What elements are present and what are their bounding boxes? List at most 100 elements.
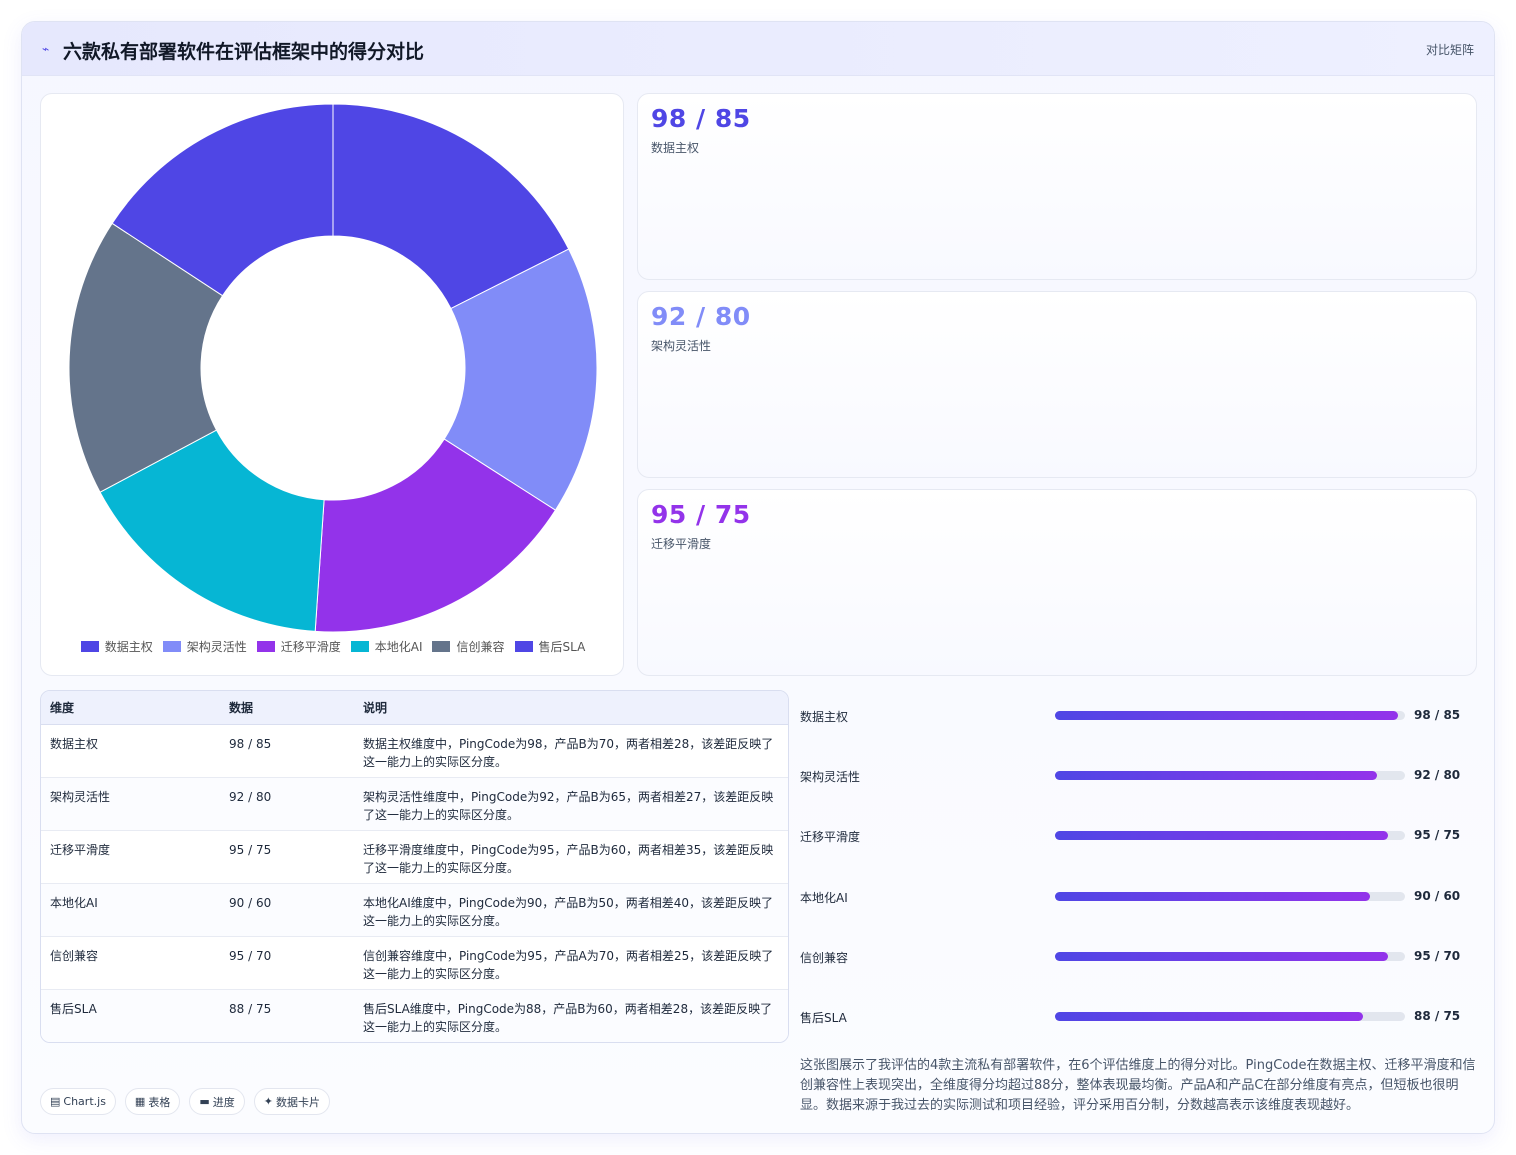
pill-table[interactable]: ▦ 表格 [124,1088,181,1115]
progress-value: 95 / 75 [1414,828,1461,843]
data-table: 维度 数据 说明 数据主权 98 / 85 数据主权维度中，PingCode为98，… [40,690,789,1043]
legend-label: 信创兼容 [456,640,505,654]
doughnut-chart-panel: 数据主权 架构灵活性 迁移平滑度 本地化AI 信创兼容 售后SLA [40,93,624,676]
progress-row: 架构灵活性 92 / 80 [800,767,1480,787]
progress-icon: ▬ [199,1095,210,1108]
table-cell-note: 本地化AI维度中，PingCode为90，产品B为50，两者相差40，该差距反映… [354,883,788,937]
progress-track [1055,891,1405,901]
pill-label: 进度 [212,1095,235,1109]
table-row: 本地化AI 90 / 60 本地化AI维度中，PingCode为90，产品B为50，… [41,883,788,937]
table-cell-note: 信创兼容维度中，PingCode为95，产品A为70，两者相差25，该差距反映了… [354,936,788,990]
legend-swatch [256,641,275,652]
table-cell-data: 90 / 60 [220,883,354,937]
card-header: ⌁ 六款私有部署软件在评估框架中的得分对比 对比矩阵 [22,22,1494,76]
progress-row: 迁移平滑度 95 / 75 [800,827,1480,847]
stat-value: 98 / 85 [651,104,751,133]
table-cell-note: 迁移平滑度维度中，PingCode为95，产品B为60，两者相差35，该差距反映… [354,830,788,884]
table-cell-dimension: 售后SLA [50,1001,97,1016]
pill-sparkle[interactable]: ✦ 数据卡片 [253,1088,330,1115]
table-cell-data: 92 / 80 [220,777,354,831]
legend-item[interactable]: 信创兼容 [432,638,505,655]
stat-card: 95 / 75 迁移平滑度 [637,489,1477,676]
table-cell-note: 售后SLA维度中，PingCode为88，产品B为60，两者相差28，该差距反映… [363,1001,773,1034]
legend-swatch [350,641,369,652]
progress-value: 90 / 60 [1414,888,1461,903]
legend-swatch [80,641,99,652]
pill-progress[interactable]: ▬ 进度 [189,1088,245,1115]
legend-label: 数据主权 [104,640,153,654]
pill-label: 数据卡片 [275,1095,320,1109]
progress-track [1055,771,1405,781]
table-cell-dimension: 本地化AI [41,883,220,937]
progress-fill [1055,831,1388,841]
legend-label: 本地化AI [374,640,423,654]
progress-track [1055,1012,1405,1021]
legend-label: 售后SLA [538,640,586,654]
tech-pills: ▤ Chart.js ▦ 表格 ▬ 进度 ✦ 数据卡片 [40,1088,330,1115]
legend-swatch [162,641,181,652]
legend-swatch [514,641,533,652]
stat-card: 92 / 80 架构灵活性 [637,291,1477,478]
progress-row: 本地化AI 90 / 60 [800,888,1480,908]
stat-value: 95 / 75 [651,500,751,529]
progress-fill [1055,1012,1363,1021]
table-row: 架构灵活性 92 / 80 架构灵活性维度中，PingCode为92，产品B为65，… [41,777,788,831]
legend-item[interactable]: 售后SLA [514,638,586,655]
progress-fill [1055,771,1377,781]
chart-line-icon: ⌁ [42,42,50,56]
progress-value: 95 / 70 [1414,948,1461,963]
table-row: 售后SLA 88 / 75 售后SLA维度中，PingCode为88，产品B为60，… [41,989,788,1042]
pill-label: Chart.js [63,1095,106,1108]
table-header-dimension: 维度 [41,691,220,725]
progress-label: 架构灵活性 [800,770,861,785]
progress-row: 售后SLA 88 / 75 [800,1008,1480,1028]
progress-row: 信创兼容 95 / 70 [800,948,1480,968]
main-card: ⌁ 六款私有部署软件在评估框架中的得分对比 对比矩阵 数据主权 架构灵活性 迁移平滑… [21,21,1495,1134]
table-header-note: 说明 [354,691,788,725]
stat-label: 架构灵活性 [651,339,712,353]
legend-label: 迁移平滑度 [280,640,341,654]
progress-value: 98 / 85 [1414,708,1461,722]
table-cell-data: 95 / 75 [220,830,354,884]
stat-card: 98 / 85 数据主权 [637,93,1477,280]
progress-label: 数据主权 [800,710,849,724]
progress-label: 信创兼容 [800,950,849,965]
progress-track [1055,831,1405,841]
table-icon: ▦ [134,1095,146,1108]
progress-label: 迁移平滑度 [800,830,861,845]
stat-label: 数据主权 [651,141,700,155]
pill-chart[interactable]: ▤ Chart.js [40,1088,116,1115]
doughnut-chart [68,103,598,633]
table-cell-data: 98 / 85 [220,724,354,778]
progress-fill [1055,951,1388,961]
header-tag: 对比矩阵 [1425,43,1474,57]
progress-value: 92 / 80 [1414,768,1461,783]
progress-track [1055,951,1405,961]
table-row: 信创兼容 95 / 70 信创兼容维度中，PingCode为95，产品A为70，两者… [41,936,788,990]
progress-fill [1055,711,1398,720]
legend-item[interactable]: 架构灵活性 [162,638,247,655]
table-cell-data: 95 / 70 [220,936,354,990]
progress-track [1055,711,1405,720]
table-cell-note: 数据主权维度中，PingCode为98，产品B为70，两者相差28，该差距反映了… [354,724,788,778]
page-title: 六款私有部署软件在评估框架中的得分对比 [63,41,425,63]
table-cell-dimension: 信创兼容 [41,936,220,990]
progress-label: 售后SLA [800,1011,847,1025]
progress-row: 数据主权 98 / 85 [800,707,1480,727]
progress-fill [1055,891,1370,901]
legend-item[interactable]: 数据主权 [80,638,153,655]
pill-label: 表格 [148,1095,171,1109]
progress-value: 88 / 75 [1414,1009,1461,1023]
table-cell-data: 88 / 75 [229,1001,272,1016]
stat-value: 92 / 80 [651,302,751,331]
progress-label: 本地化AI [800,890,848,905]
table-cell-note: 架构灵活性维度中，PingCode为92，产品B为65，两者相差27，该差距反映… [354,777,788,831]
description-text: 这张图展示了我评估的4款主流私有部署软件，在6个评估维度上的得分对比。PingC… [800,1058,1476,1113]
stat-label: 迁移平滑度 [651,537,712,551]
legend-item[interactable]: 本地化AI [350,638,423,655]
table-row: 数据主权 98 / 85 数据主权维度中，PingCode为98，产品B为70，两者… [41,724,788,778]
sparkle-icon: ✦ [263,1095,273,1108]
legend-item[interactable]: 迁移平滑度 [256,638,341,655]
table-row: 迁移平滑度 95 / 75 迁移平滑度维度中，PingCode为95，产品B为60，… [41,830,788,884]
chart-legend: 数据主权 架构灵活性 迁移平滑度 本地化AI 信创兼容 售后SLA [41,638,625,655]
